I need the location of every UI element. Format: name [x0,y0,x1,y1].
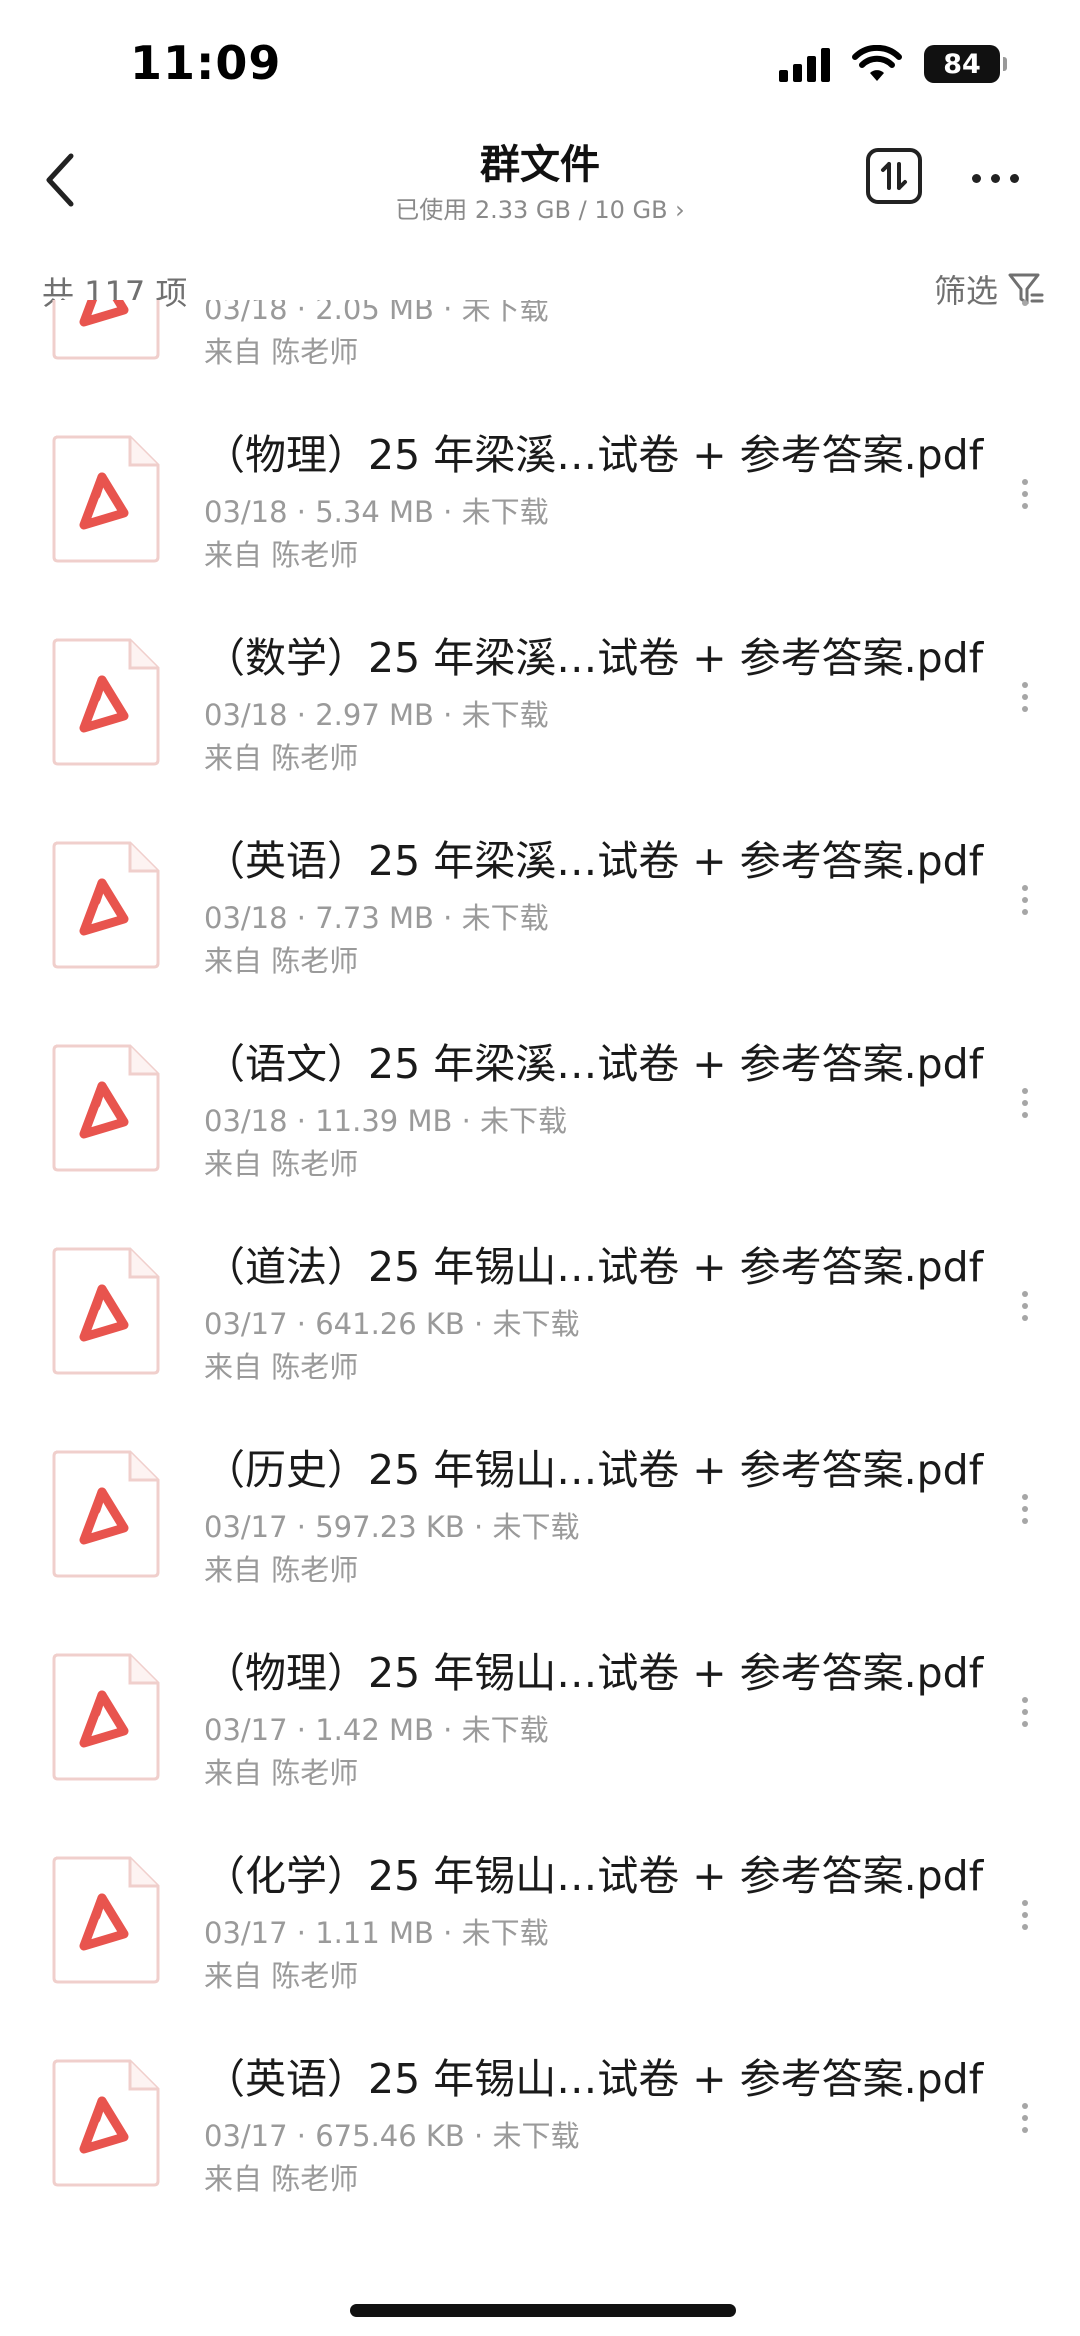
status-bar: 11:09 84 [0,0,1080,120]
vertical-dots-icon [1022,1494,1028,1500]
vertical-dots-icon [1022,479,1028,485]
file-name: （语文）25 年梁溪…试卷 + 参考答案.pdf [204,1040,984,1088]
pdf-file-icon [52,1653,160,1781]
pdf-file-icon [52,1044,160,1172]
row-more-button[interactable] [1010,672,1040,722]
file-name: （数学）25 年梁溪…试卷 + 参考答案.pdf [204,634,984,682]
pdf-file-icon [52,1247,160,1375]
vertical-dots-icon [1022,885,1028,891]
file-meta: 03/18 · 11.39 MB · 未下载 [204,1104,568,1138]
file-source: 来自 陈老师 [204,1756,359,1790]
file-row[interactable]: （历史）25 年锡山…试卷 + 参考答案.pdf 03/17 · 597.23 K… [0,1406,1080,1609]
pdf-file-icon [52,1856,160,1984]
file-source: 来自 陈老师 [204,944,359,978]
row-more-button[interactable] [1010,1484,1040,1534]
file-row[interactable]: （英语）25 年梁溪…试卷 + 参考答案.pdf 03/18 · 7.73 MB … [0,797,1080,1000]
file-meta: 03/17 · 597.23 KB · 未下载 [204,1510,580,1544]
sort-button[interactable] [866,148,922,204]
file-name: （化学）25 年锡山…试卷 + 参考答案.pdf [204,1852,984,1900]
pdf-file-icon [52,300,160,360]
file-meta: 03/17 · 641.26 KB · 未下载 [204,1307,580,1341]
file-meta: 03/17 · 675.46 KB · 未下载 [204,2119,580,2153]
wifi-icon [852,45,902,81]
row-more-button[interactable] [1010,1890,1040,1940]
file-source: 来自 陈老师 [204,2162,359,2196]
vertical-dots-icon [1022,1291,1028,1297]
pdf-file-icon [52,638,160,766]
file-source: 来自 陈老师 [204,335,359,369]
file-name: （物理）25 年梁溪…试卷 + 参考答案.pdf [204,431,984,479]
file-row[interactable]: （道法）25 年锡山…试卷 + 参考答案.pdf 03/17 · 641.26 K… [0,1203,1080,1406]
battery-icon: 84 [924,45,1007,83]
status-time: 11:09 [130,36,282,90]
file-source: 来自 陈老师 [204,1959,359,1993]
row-more-button[interactable] [1010,469,1040,519]
cellular-signal-icon [779,46,830,82]
file-row[interactable]: （数学）25 年梁溪…试卷 + 参考答案.pdf 03/18 · 2.97 MB … [0,594,1080,797]
more-options-button[interactable] [960,150,1030,206]
sort-arrows-icon [881,162,907,190]
row-more-button[interactable] [1010,300,1040,316]
file-name: （英语）25 年梁溪…试卷 + 参考答案.pdf [204,837,984,885]
file-source: 来自 陈老师 [204,1147,359,1181]
file-source: 来自 陈老师 [204,538,359,572]
file-row[interactable]: （化学）25 年锡山…试卷 + 参考答案.pdf 03/17 · 1.11 MB … [0,1812,1080,2015]
file-name: （英语）25 年锡山…试卷 + 参考答案.pdf [204,2055,984,2103]
file-row[interactable]: （物理）25 年梁溪…试卷 + 参考答案.pdf 03/18 · 5.34 MB … [0,391,1080,594]
file-meta: 03/17 · 1.42 MB · 未下载 [204,1713,549,1747]
file-source: 来自 陈老师 [204,1553,359,1587]
row-more-button[interactable] [1010,875,1040,925]
row-more-button[interactable] [1010,2093,1040,2143]
more-dots-icon [971,173,981,183]
file-meta: 03/17 · 1.11 MB · 未下载 [204,1916,549,1950]
file-row[interactable]: （物理）25 年锡山…试卷 + 参考答案.pdf 03/17 · 1.42 MB … [0,1609,1080,1812]
pdf-file-icon [52,841,160,969]
file-name: （历史）25 年锡山…试卷 + 参考答案.pdf [204,1446,984,1494]
vertical-dots-icon [1022,1900,1028,1906]
pdf-file-icon [52,435,160,563]
nav-bar: 群文件 已使用 2.33 GB / 10 GB › [0,120,1080,240]
file-meta: 03/18 · 7.73 MB · 未下载 [204,901,549,935]
vertical-dots-icon [1022,1697,1028,1703]
file-row[interactable]: （语文）25 年梁溪…试卷 + 参考答案.pdf 03/18 · 11.39 MB… [0,1000,1080,1203]
file-meta: 03/18 · 2.97 MB · 未下载 [204,698,549,732]
row-more-button[interactable] [1010,1281,1040,1331]
pdf-file-icon [52,2059,160,2187]
file-name: （物理）25 年锡山…试卷 + 参考答案.pdf [204,1649,984,1697]
pdf-file-icon [52,1450,160,1578]
battery-level: 84 [943,48,981,80]
file-source: 来自 陈老师 [204,741,359,775]
vertical-dots-icon [1022,1088,1028,1094]
row-more-button[interactable] [1010,1078,1040,1128]
home-indicator[interactable] [350,2304,736,2317]
row-more-button[interactable] [1010,1687,1040,1737]
file-name: （道法）25 年锡山…试卷 + 参考答案.pdf [204,1243,984,1291]
vertical-dots-icon [1022,2103,1028,2109]
file-row[interactable]: （英语）25 年锡山…试卷 + 参考答案.pdf 03/17 · 675.46 K… [0,2015,1080,2218]
file-list: 03/18 · 2.05 MB · 未下载 来自 陈老师 （物理）25 年梁溪…试卷… [0,300,1080,2260]
file-source: 来自 陈老师 [204,1350,359,1384]
vertical-dots-icon [1022,682,1028,688]
status-icons: 84 [779,44,1007,84]
file-meta: 03/18 · 5.34 MB · 未下载 [204,495,549,529]
file-row[interactable]: 03/18 · 2.05 MB · 未下载来自 陈老师 [0,300,1080,391]
file-meta: 03/18 · 2.05 MB · 未下载 [204,300,549,326]
